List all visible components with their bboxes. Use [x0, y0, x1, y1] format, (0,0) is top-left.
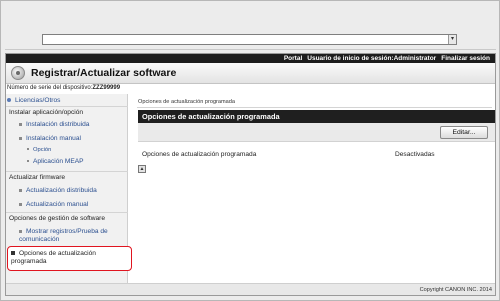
settings-disc-icon [11, 66, 25, 80]
bullet-icon [11, 251, 15, 256]
serial-label: Número de serie del dispositivo: [7, 85, 93, 91]
sidebar-item-manual-update[interactable]: Actualización manual [19, 201, 141, 208]
sidebar-item-label: Opciones de actualización programada [11, 250, 96, 265]
address-bar[interactable] [42, 34, 457, 45]
bullet-icon [19, 202, 22, 206]
edit-button[interactable]: Editar... [440, 126, 488, 139]
bullet-icon [19, 229, 22, 233]
setting-value: Desactivadas [395, 151, 435, 158]
page-title: Registrar/Actualizar software [31, 67, 177, 79]
divider [6, 212, 128, 213]
chevron-down-icon[interactable]: ▾ [448, 35, 456, 44]
sidebar-item-meap[interactable]: Aplicación MEAP [27, 158, 149, 165]
main-content: Opciones de actualización programada Opc… [132, 94, 495, 295]
logout-link[interactable]: Finalizar sesión [441, 55, 490, 62]
divider [6, 106, 128, 107]
sidebar-item-label: Actualización distribuida [26, 187, 97, 194]
bullet-icon [27, 160, 29, 163]
sidebar-item-distributed-update[interactable]: Actualización distribuida [19, 187, 141, 194]
remote-ui-page: Portal Usuario de inicio de sesión:Admin… [5, 53, 496, 296]
login-user-text: Usuario de inicio de sesión:Administrato… [307, 55, 437, 62]
panel-title: Opciones de actualización programada [138, 110, 495, 123]
arrow-up-to-top-icon[interactable]: ▲ [138, 165, 146, 173]
sidebar-item-scheduled-update[interactable]: Opciones de actualización programada [11, 250, 121, 266]
footer: Copyright CANON INC. 2014 [6, 283, 495, 295]
panel-toolbar: Editar... [138, 123, 495, 142]
breadcrumb: Opciones de actualización programada [138, 99, 236, 105]
sidebar-item-option[interactable]: Opción [27, 147, 149, 153]
sidebar-item-label: Mostrar registros/Prueba de comunicación [19, 228, 108, 243]
portal-link[interactable]: Portal [284, 55, 302, 62]
bullet-icon [19, 122, 22, 126]
divider [6, 171, 128, 172]
setting-row: Opciones de actualización programada Des… [138, 148, 495, 162]
browser-window: ▾ Portal Usuario de inicio de sesión:Adm… [0, 0, 500, 301]
serial-value: ZZZ99999 [92, 85, 121, 91]
sidebar-item-label: Aplicación MEAP [33, 158, 84, 165]
top-navigation-bar: Portal Usuario de inicio de sesión:Admin… [6, 54, 495, 63]
sidebar-item-label: Opción [33, 147, 52, 153]
sidebar-group-management: Opciones de gestión de software [9, 215, 106, 222]
sidebar-item-licenses[interactable]: Licencias/Otros [6, 97, 128, 104]
sidebar-item-label: Instalación distribuida [26, 121, 90, 128]
sidebar-group-install: Instalar aplicación/opción [9, 109, 84, 116]
body-area: Licencias/Otros Instalar aplicación/opci… [6, 94, 495, 295]
sidebar-group-firmware: Actualizar firmware [9, 174, 66, 181]
page-header: Registrar/Actualizar software [6, 63, 495, 84]
device-serial: Número de serie del dispositivo:ZZZ99999 [6, 84, 495, 93]
bullet-icon [27, 148, 29, 151]
sidebar: Licencias/Otros Instalar aplicación/opci… [6, 94, 132, 295]
sidebar-item-label: Instalación manual [26, 135, 81, 142]
divider [5, 49, 496, 50]
sidebar-item-label: Actualización manual [26, 201, 89, 208]
license-icon [7, 98, 11, 103]
divider [137, 107, 492, 108]
sidebar-item-show-logs[interactable]: Mostrar registros/Prueba de comunicación [19, 228, 127, 244]
sidebar-item-label: Licencias/Otros [15, 97, 61, 104]
bullet-icon [19, 188, 22, 192]
setting-label: Opciones de actualización programada [142, 151, 257, 158]
sidebar-item-distributed-install[interactable]: Instalación distribuida [19, 121, 141, 128]
toolbar-area [5, 5, 496, 31]
bullet-icon [19, 136, 22, 140]
sidebar-item-manual-install[interactable]: Instalación manual [19, 135, 141, 142]
